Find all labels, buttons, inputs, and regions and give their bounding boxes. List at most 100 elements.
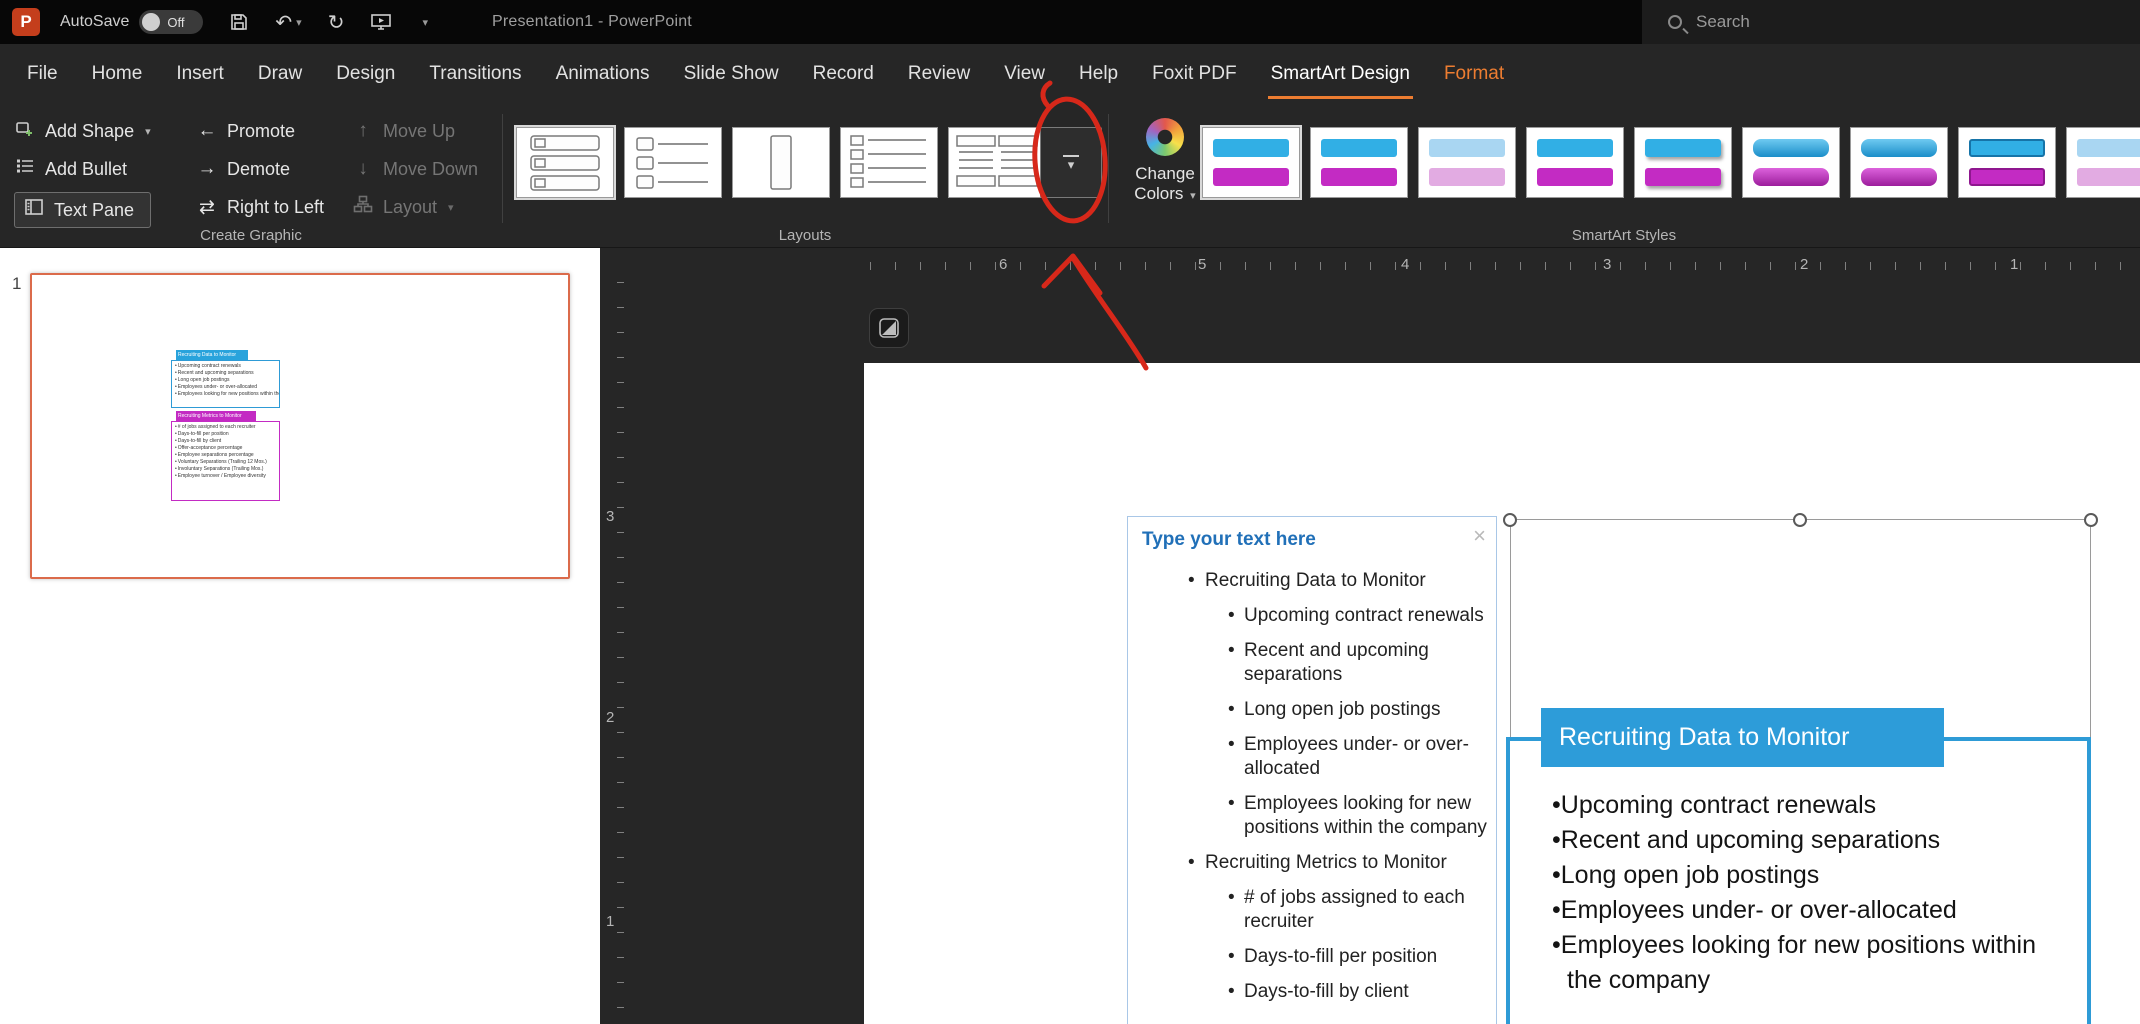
text-pane-item-text: Recruiting Metrics to Monitor — [1205, 851, 1447, 875]
smartart-style-thumbnail-5[interactable] — [1634, 127, 1732, 198]
thumbnail-magenta-smartart: Recruiting Metrics to Monitor # of jobs … — [171, 411, 280, 501]
layout-thumbnail-4[interactable] — [840, 127, 938, 198]
thumbnail-line: Employee separations percentage — [175, 452, 279, 459]
tab-foxit-pdf[interactable]: Foxit PDF — [1135, 44, 1253, 104]
text-pane-item[interactable]: Employees under- or over-allocated — [1128, 733, 1490, 781]
more-chevron-icon: ▾ — [1068, 160, 1075, 170]
autosave-toggle[interactable]: Off — [139, 10, 203, 34]
right-to-left-icon — [196, 196, 218, 219]
text-pane-item[interactable]: Employees looking for new positions with… — [1128, 792, 1490, 840]
text-pane-item[interactable]: # of jobs assigned to each recruiter — [1128, 886, 1490, 934]
tab-design[interactable]: Design — [319, 44, 412, 104]
add-shape-dropdown-icon[interactable]: ▾ — [145, 125, 151, 138]
slide-number: 1 — [12, 274, 21, 294]
tab-insert[interactable]: Insert — [159, 44, 241, 104]
smartart-header-shape[interactable]: Recruiting Data to Monitor — [1541, 708, 1944, 767]
right-to-left-button[interactable]: Right to Left — [196, 190, 324, 224]
designer-button[interactable] — [869, 308, 909, 348]
text-pane-item[interactable]: Long open job postings — [1128, 698, 1490, 722]
smartart-style-thumbnail-2[interactable] — [1310, 127, 1408, 198]
smartart-bullet: Long open job postings — [1552, 858, 2052, 893]
layout-thumbnail-3[interactable] — [732, 127, 830, 198]
text-pane-item[interactable]: Recruiting Data to Monitor — [1128, 569, 1490, 593]
promote-button[interactable]: Promote — [196, 114, 324, 148]
undo-icon[interactable]: ↶▾ — [275, 10, 301, 35]
designer-icon — [878, 317, 900, 339]
text-pane-button[interactable]: Text Pane — [14, 192, 151, 228]
smartart-style-thumbnail-7[interactable] — [1850, 127, 1948, 198]
text-pane-item-text: Days-to-fill per position — [1244, 945, 1437, 969]
smartart-style-thumbnail-4[interactable] — [1526, 127, 1624, 198]
layouts-gallery-more-button[interactable]: ▾ — [1040, 127, 1102, 198]
autosave-label: AutoSave — [60, 13, 129, 31]
text-pane-item-text: Recruiting Data to Monitor — [1205, 569, 1426, 593]
smartart-bullet-list[interactable]: Upcoming contract renewals Recent and up… — [1552, 788, 2052, 998]
text-pane-item[interactable]: Upcoming contract renewals — [1128, 604, 1490, 628]
layout-thumbnail-1[interactable] — [516, 127, 614, 198]
thumbnail-line: Voluntary Separations (Trailing 12 Mos.) — [175, 459, 279, 466]
slide-1-thumbnail[interactable]: Recruiting Data to Monitor Upcoming cont… — [30, 273, 570, 579]
selection-frame-right — [2090, 520, 2091, 737]
text-pane-item[interactable]: Recent and upcoming separations — [1128, 639, 1490, 687]
demote-icon — [196, 158, 218, 180]
tab-record[interactable]: Record — [796, 44, 891, 104]
horizontal-ruler-number: 5 — [1198, 256, 1206, 273]
text-pane-item-text: Recent and upcoming separations — [1244, 639, 1490, 687]
text-pane-icon — [23, 197, 45, 223]
text-pane-item-text: # of jobs assigned to each recruiter — [1244, 886, 1490, 934]
layout-label: Layout — [383, 197, 437, 218]
tab-view[interactable]: View — [987, 44, 1062, 104]
start-presentation-icon[interactable] — [370, 12, 392, 32]
change-colors-label-1: Change — [1122, 164, 1208, 184]
text-pane-item[interactable]: Days-to-fill by client — [1128, 980, 1490, 1004]
smartart-style-thumbnail-3[interactable] — [1418, 127, 1516, 198]
text-pane-item[interactable]: Days-to-fill per position — [1128, 945, 1490, 969]
add-shape-button[interactable]: Add Shape ▾ — [14, 114, 151, 148]
redo-icon[interactable]: ↻ — [328, 10, 345, 35]
layout-icon — [352, 194, 374, 220]
add-bullet-button[interactable]: Add Bullet — [14, 152, 151, 186]
horizontal-ruler-number: 2 — [1800, 256, 1808, 273]
quick-access-more-icon[interactable]: ▾ — [418, 16, 428, 29]
smartart-style-thumbnail-1[interactable] — [1202, 127, 1300, 198]
selection-handle-top-center[interactable] — [1793, 513, 1807, 527]
layout-button[interactable]: Layout ▾ — [352, 190, 478, 224]
smartart-style-thumbnail-9[interactable] — [2066, 127, 2140, 198]
move-down-label: Move Down — [383, 159, 478, 180]
tab-animations[interactable]: Animations — [539, 44, 667, 104]
close-icon[interactable]: × — [1473, 523, 1486, 549]
search-bar[interactable]: Search — [1642, 0, 2140, 44]
selection-handle-top-right[interactable] — [2084, 513, 2098, 527]
smartart-style-thumbnail-8[interactable] — [1958, 127, 2056, 198]
selection-handle-top-left[interactable] — [1503, 513, 1517, 527]
change-colors-button[interactable]: Change Colors ▾ — [1122, 118, 1208, 204]
horizontal-ruler-number: 6 — [999, 256, 1007, 273]
thumbnail-line: Involuntary Separations (Trailing Mos.) — [175, 466, 279, 473]
tab-help[interactable]: Help — [1062, 44, 1135, 104]
layout-thumbnail-5[interactable] — [948, 127, 1046, 198]
undo-dropdown-icon[interactable]: ▾ — [296, 16, 302, 29]
add-bullet-label: Add Bullet — [45, 159, 127, 180]
tab-smartart-design[interactable]: SmartArt Design — [1254, 44, 1427, 104]
powerpoint-app-icon[interactable]: P — [12, 8, 40, 36]
demote-button[interactable]: Demote — [196, 152, 324, 186]
move-up-button[interactable]: Move Up — [352, 114, 478, 148]
tab-transitions[interactable]: Transitions — [412, 44, 538, 104]
title-bar: P AutoSave Off ↶▾ ↻ ▾ Presentation1 - Po… — [0, 0, 2140, 44]
move-down-icon — [352, 158, 374, 180]
save-icon[interactable] — [229, 12, 249, 32]
tab-review[interactable]: Review — [891, 44, 987, 104]
tab-home[interactable]: Home — [75, 44, 160, 104]
move-down-button[interactable]: Move Down — [352, 152, 478, 186]
text-pane-label: Text Pane — [54, 200, 134, 221]
smartart-style-thumbnail-6[interactable] — [1742, 127, 1840, 198]
change-colors-icon — [1146, 118, 1184, 156]
layout-thumbnail-2[interactable] — [624, 127, 722, 198]
text-pane-item[interactable]: Recruiting Metrics to Monitor — [1128, 851, 1490, 875]
tab-slide-show[interactable]: Slide Show — [667, 44, 796, 104]
document-title: Presentation1 - PowerPoint — [492, 13, 692, 31]
tab-file[interactable]: File — [10, 44, 75, 104]
tab-format[interactable]: Format — [1427, 44, 1521, 104]
horizontal-ruler: 6 5 4 3 2 1 — [840, 252, 2140, 280]
tab-draw[interactable]: Draw — [241, 44, 319, 104]
